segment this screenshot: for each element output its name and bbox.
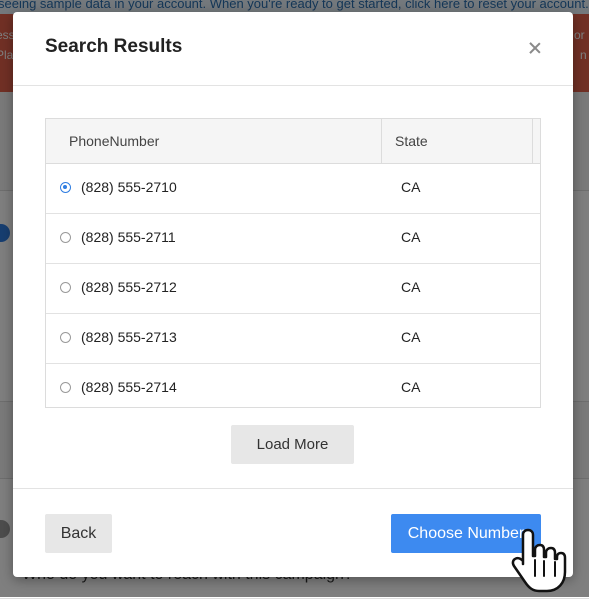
column-header-phonenumber[interactable]: PhoneNumber bbox=[46, 119, 382, 163]
table-header: PhoneNumber State bbox=[46, 119, 540, 164]
radio-selected[interactable] bbox=[60, 182, 71, 193]
radio-unselected[interactable] bbox=[60, 232, 71, 243]
state-cell: CA bbox=[401, 229, 421, 245]
state-cell: CA bbox=[401, 279, 421, 295]
table-row[interactable]: (828) 555-2712 CA bbox=[46, 264, 540, 314]
table-row[interactable]: (828) 555-2711 CA bbox=[46, 214, 540, 264]
phone-number-cell: (828) 555-2711 bbox=[81, 229, 176, 245]
column-header-state[interactable]: State bbox=[383, 119, 533, 163]
modal-title: Search Results bbox=[45, 36, 183, 57]
table-row[interactable]: (828) 555-2713 CA bbox=[46, 314, 540, 364]
hand-pointer-icon bbox=[511, 528, 567, 593]
radio-unselected[interactable] bbox=[60, 332, 71, 343]
search-results-modal: Search Results PhoneNumber State (828) 5… bbox=[13, 12, 573, 577]
phone-number-cell: (828) 555-2714 bbox=[81, 379, 177, 395]
phone-number-cell: (828) 555-2713 bbox=[81, 329, 177, 345]
table-row[interactable]: (828) 555-2714 CA bbox=[46, 364, 540, 407]
load-more-button[interactable]: Load More bbox=[231, 425, 354, 464]
radio-unselected[interactable] bbox=[60, 382, 71, 393]
phone-number-table: PhoneNumber State (828) 555-2710 CA (828… bbox=[45, 118, 541, 408]
radio-unselected[interactable] bbox=[60, 282, 71, 293]
phone-number-cell: (828) 555-2710 bbox=[81, 179, 177, 195]
state-cell: CA bbox=[401, 379, 421, 395]
back-button[interactable]: Back bbox=[45, 514, 112, 553]
modal-header: Search Results bbox=[13, 12, 573, 86]
close-icon[interactable] bbox=[525, 38, 545, 58]
state-cell: CA bbox=[401, 329, 421, 345]
modal-footer: Back Choose Number bbox=[13, 488, 573, 578]
phone-number-cell: (828) 555-2712 bbox=[81, 279, 177, 295]
table-row[interactable]: (828) 555-2710 CA bbox=[46, 164, 540, 214]
state-cell: CA bbox=[401, 179, 421, 195]
